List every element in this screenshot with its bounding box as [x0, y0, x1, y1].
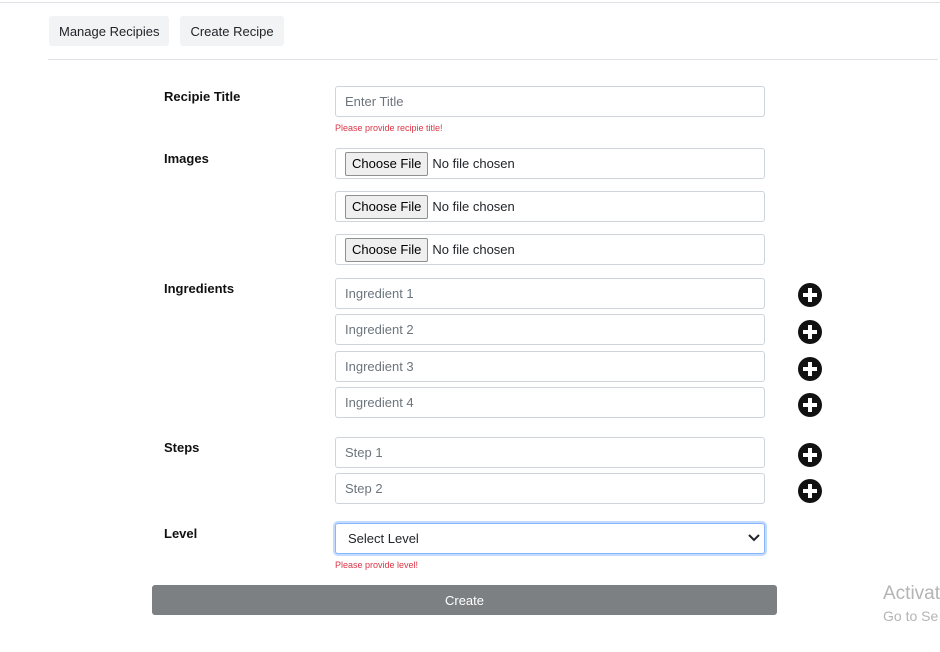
add-ingredient-plus-icon[interactable] [798, 393, 822, 417]
image-file-input-3[interactable]: Choose File No file chosen [335, 234, 765, 265]
add-ingredient-plus-icon[interactable] [798, 357, 822, 381]
recipe-title-label: Recipie Title [164, 89, 241, 104]
tab-manage-recipes[interactable]: Manage Recipies [49, 16, 170, 46]
ingredient-input-1[interactable] [335, 278, 765, 309]
file-status-text: No file chosen [432, 242, 515, 257]
add-ingredient-plus-icon[interactable] [798, 283, 822, 307]
file-status-text: No file chosen [432, 156, 515, 171]
file-status-text: No file chosen [432, 199, 515, 214]
activation-watermark-title: Activat [883, 583, 940, 604]
choose-file-button[interactable]: Choose File [345, 237, 429, 262]
steps-label: Steps [164, 440, 200, 455]
image-file-input-2[interactable]: Choose File No file chosen [335, 191, 765, 222]
ingredient-input-2[interactable] [335, 314, 765, 345]
level-error: Please provide level! [335, 560, 419, 570]
recipe-title-input[interactable] [335, 86, 765, 117]
tabs-divider [48, 59, 938, 60]
images-label: Images [164, 151, 209, 166]
level-label: Level [164, 526, 198, 541]
recipe-tabs: Manage Recipies Create Recipe [49, 16, 284, 46]
level-select[interactable]: Select Level [335, 523, 765, 554]
create-button[interactable]: Create [152, 585, 777, 615]
image-file-input-1[interactable]: Choose File No file chosen [335, 148, 765, 179]
ingredients-label: Ingredients [164, 281, 235, 296]
step-input-1[interactable] [335, 437, 765, 468]
add-step-plus-icon[interactable] [798, 443, 822, 467]
top-border [0, 2, 940, 3]
ingredient-input-4[interactable] [335, 387, 765, 418]
tab-create-recipe[interactable]: Create Recipe [180, 16, 284, 46]
ingredient-input-3[interactable] [335, 351, 765, 382]
add-step-plus-icon[interactable] [798, 479, 822, 503]
choose-file-button[interactable]: Choose File [345, 194, 429, 219]
step-input-2[interactable] [335, 473, 765, 504]
choose-file-button[interactable]: Choose File [345, 151, 429, 176]
activation-watermark-subtitle: Go to Se [883, 608, 939, 624]
recipe-title-error: Please provide recipie title! [335, 123, 443, 133]
add-ingredient-plus-icon[interactable] [798, 320, 822, 344]
